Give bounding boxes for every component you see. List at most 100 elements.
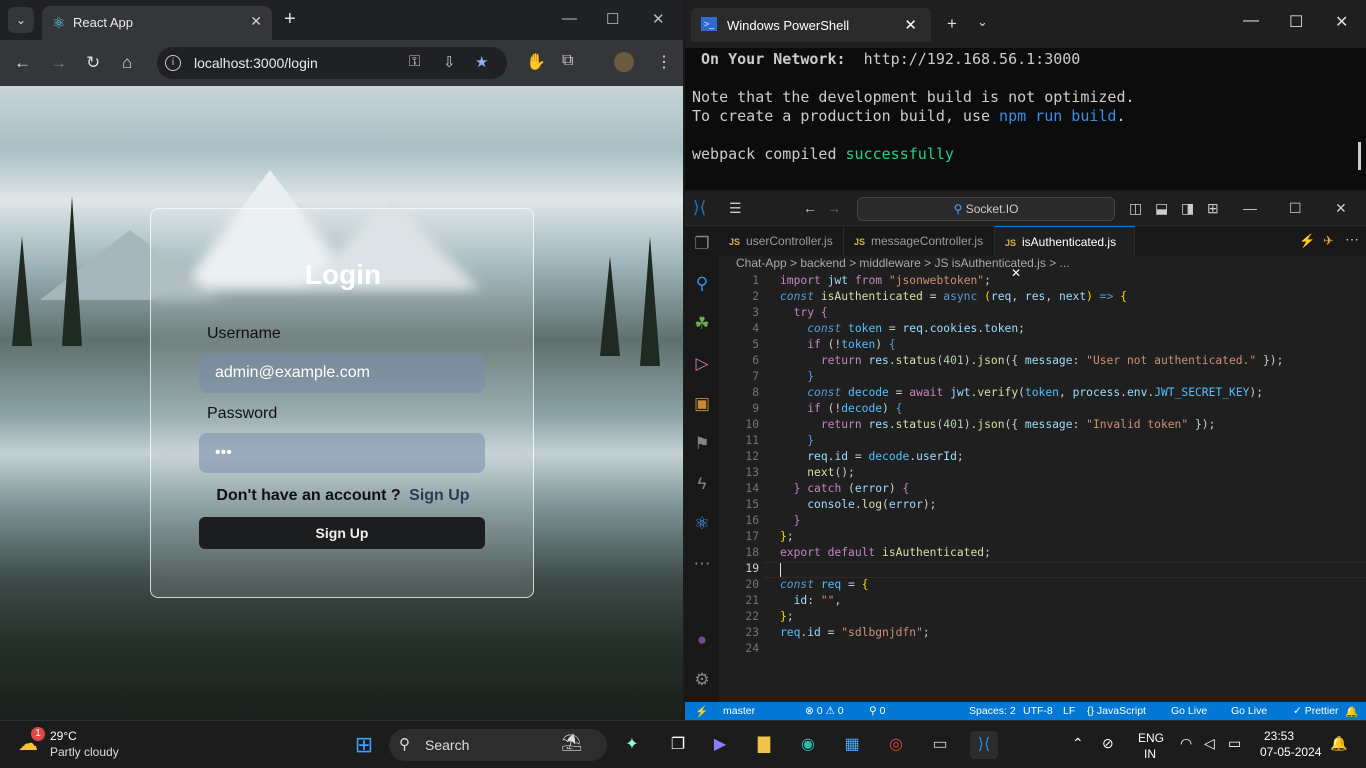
browser-menu-icon[interactable]: ⋮ xyxy=(656,52,672,72)
terminal-scrollbar[interactable] xyxy=(1358,142,1361,170)
prettier-status[interactable]: ✓ Prettier xyxy=(1293,705,1339,717)
tab-message-controller[interactable]: JS messageController.js xyxy=(844,226,995,256)
go-live-button[interactable]: Go Live xyxy=(1171,705,1207,717)
tab-user-controller[interactable]: JS userController.js xyxy=(719,226,844,256)
weather-temp[interactable]: 29°C xyxy=(50,729,77,743)
branch-name[interactable]: master xyxy=(723,705,755,717)
copilot-icon[interactable]: ✦ xyxy=(618,731,646,759)
close-window-icon[interactable]: ✕ xyxy=(652,10,665,28)
teams-chat-icon[interactable]: ▶ xyxy=(706,731,734,759)
notifications-bell-icon[interactable]: 🔔 xyxy=(1345,705,1358,718)
encoding[interactable]: UTF-8 xyxy=(1023,705,1053,717)
taskbar-search[interactable]: ⚲ Search ⛱ xyxy=(389,729,607,761)
maximize-icon[interactable]: ☐ xyxy=(606,10,619,28)
new-terminal-tab-icon[interactable]: + xyxy=(947,14,957,34)
tab-is-authenticated[interactable]: JS isAuthenticated.js ✕ xyxy=(995,226,1135,280)
username-input[interactable]: admin@example.com xyxy=(199,353,485,393)
settings-gear-icon[interactable]: ⚙ xyxy=(692,670,712,690)
show-hidden-icons-icon[interactable]: ⌃ xyxy=(1072,735,1084,752)
line-number: 5 xyxy=(752,338,759,351)
go-live-button-2[interactable]: Go Live xyxy=(1231,705,1267,717)
chrome-icon[interactable]: ◎ xyxy=(882,731,910,759)
more-actions-icon[interactable]: ⋯ xyxy=(1345,231,1359,248)
language-mode[interactable]: {} JavaScript xyxy=(1087,705,1146,717)
hamburger-menu-icon[interactable]: ☰ xyxy=(729,200,742,217)
network-off-icon[interactable]: ⊘ xyxy=(1102,735,1114,752)
source-control-icon[interactable]: ☘ xyxy=(692,314,712,334)
install-app-icon[interactable]: ⇩ xyxy=(443,53,456,71)
address-bar[interactable]: i localhost:3000/login ⚿ ⇩ ★ xyxy=(157,47,507,79)
file-explorer-icon[interactable]: ▇ xyxy=(750,731,778,759)
breadcrumb[interactable]: Chat-App > backend > middleware > JS isA… xyxy=(719,256,1366,274)
extensions-icon[interactable]: ▣ xyxy=(692,394,712,414)
code-editor[interactable]: 1 import jwt from "jsonwebtoken"; 2 cons… xyxy=(719,274,1366,702)
minimize-icon[interactable]: — xyxy=(1243,200,1257,216)
thunder-client-icon[interactable]: ϟ xyxy=(692,474,712,494)
search-icon[interactable]: ⚲ xyxy=(692,274,712,294)
bookmark-star-icon[interactable]: ★ xyxy=(475,53,488,71)
run-icon[interactable]: ⚡ xyxy=(1299,233,1315,249)
remote-icon[interactable]: ⚡ xyxy=(695,705,708,718)
signup-link[interactable]: Sign Up xyxy=(409,487,469,504)
home-icon[interactable]: ⌂ xyxy=(122,53,132,73)
language-eng[interactable]: ENG xyxy=(1138,731,1164,745)
remote-explorer-icon[interactable]: ⚑ xyxy=(692,434,712,454)
toggle-secondary-sidebar-icon[interactable]: ◨ xyxy=(1181,200,1194,217)
code-line: const req = { xyxy=(780,578,869,591)
task-view-icon[interactable]: ❐ xyxy=(664,731,692,759)
more-icon[interactable]: ⋯ xyxy=(692,554,712,574)
tab-search-chevron-icon[interactable]: ⌄ xyxy=(8,7,34,33)
password-input[interactable]: ••• xyxy=(199,433,485,473)
close-tab-icon[interactable]: ✕ xyxy=(904,16,917,34)
maximize-icon[interactable]: ☐ xyxy=(1289,12,1303,32)
live-share-icon[interactable]: ✈ xyxy=(1323,233,1334,249)
vscode-taskbar-icon[interactable]: ⟩⟨ xyxy=(970,731,998,759)
signup-button[interactable]: Sign Up xyxy=(199,517,485,549)
powershell-tab[interactable]: >_ Windows PowerShell ✕ xyxy=(691,8,931,42)
end-of-line[interactable]: LF xyxy=(1063,705,1075,717)
battery-icon[interactable]: ▭ xyxy=(1228,735,1241,752)
account-icon[interactable]: ● xyxy=(692,630,712,650)
notification-bell-icon[interactable]: 🔔 xyxy=(1330,735,1347,752)
toggle-panel-icon[interactable]: ⬓ xyxy=(1155,200,1168,217)
volume-icon[interactable]: ◁ xyxy=(1204,735,1215,752)
close-window-icon[interactable]: ✕ xyxy=(1335,12,1348,32)
command-center-search[interactable]: ⚲ Socket.IO xyxy=(857,197,1115,221)
problems-count[interactable]: ⊗ 0 ⚠ 0 xyxy=(805,705,844,717)
forward-icon[interactable]: → xyxy=(50,53,67,73)
extensions-puzzle-icon[interactable]: ⧉ xyxy=(562,52,573,70)
maximize-icon[interactable]: ☐ xyxy=(1289,200,1302,217)
react-icon[interactable]: ⚛ xyxy=(692,514,712,534)
weather-desc[interactable]: Partly cloudy xyxy=(50,745,119,759)
edge-icon[interactable]: ◉ xyxy=(794,731,822,759)
language-in[interactable]: IN xyxy=(1144,747,1156,761)
back-icon[interactable]: ← xyxy=(14,53,31,73)
clock-date[interactable]: 07-05-2024 xyxy=(1260,745,1321,759)
terminal-dropdown-icon[interactable]: ⌄ xyxy=(977,14,988,30)
close-tab-icon[interactable]: ✕ xyxy=(250,13,262,30)
start-windows-icon[interactable]: ⊞ xyxy=(350,731,378,759)
site-info-icon[interactable]: i xyxy=(165,55,181,71)
new-tab-button[interactable]: + xyxy=(284,8,296,31)
line-number: 11 xyxy=(745,434,759,447)
explorer-icon[interactable]: ❐ xyxy=(692,234,712,254)
store-icon[interactable]: ▦ xyxy=(838,731,866,759)
toggle-sidebar-icon[interactable]: ◫ xyxy=(1129,200,1142,217)
forward-icon[interactable]: → xyxy=(827,200,841,216)
extension-hand-icon[interactable]: ✋ xyxy=(526,52,546,72)
indentation[interactable]: Spaces: 2 xyxy=(969,705,1016,717)
customize-layout-icon[interactable]: ⊞ xyxy=(1207,200,1219,217)
clock-time[interactable]: 23:53 xyxy=(1264,729,1294,743)
key-icon[interactable]: ⚿ xyxy=(409,53,420,70)
run-debug-icon[interactable]: ▷ xyxy=(692,354,712,374)
minimize-icon[interactable]: — xyxy=(562,10,577,27)
back-icon[interactable]: ← xyxy=(803,200,817,216)
profile-avatar[interactable] xyxy=(614,52,634,72)
minimize-icon[interactable]: — xyxy=(1243,12,1259,30)
wifi-icon[interactable]: ◠ xyxy=(1180,735,1192,752)
close-window-icon[interactable]: ✕ xyxy=(1335,200,1347,217)
ports-count[interactable]: ⚲ 0 xyxy=(869,705,885,717)
terminal-icon[interactable]: ▭ xyxy=(926,731,954,759)
reload-icon[interactable]: ↻ xyxy=(86,53,100,73)
browser-tab[interactable]: ⚛ React App ✕ xyxy=(42,6,272,40)
